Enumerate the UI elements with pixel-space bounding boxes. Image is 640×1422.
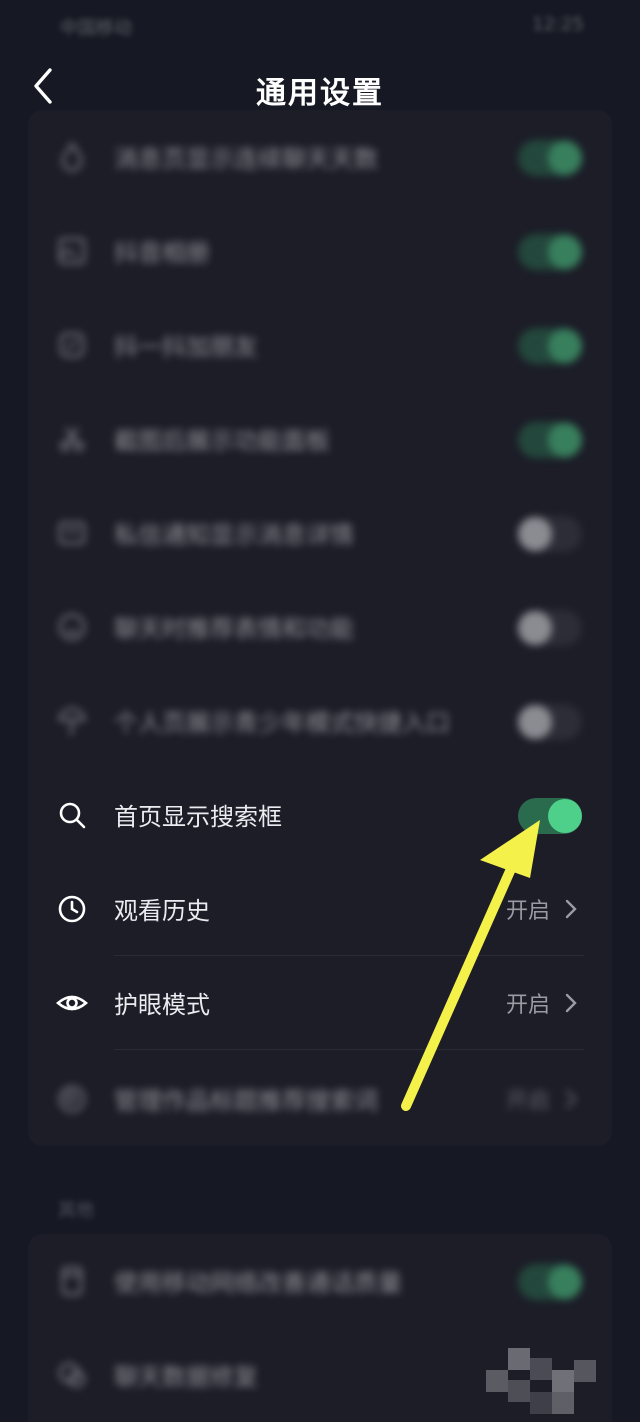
toggle-knob [548, 235, 582, 269]
setting-label: 聊天数据修复 [114, 1363, 258, 1391]
setting-row-watch-history[interactable]: 观看历史 开启 [28, 862, 612, 956]
setting-label: 消息页显示连续聊天天数 [114, 145, 378, 173]
eye-icon [56, 995, 88, 1011]
emoji-icon [58, 613, 86, 641]
setting-label: 抖音相册 [114, 239, 210, 267]
setting-label: 抖一抖加朋友 [114, 333, 258, 361]
section-header-other: 其他 [58, 1200, 94, 1221]
home-search-toggle[interactable] [518, 798, 582, 834]
carrier-text: 中国移动 [60, 18, 132, 39]
toggle-switch[interactable] [518, 234, 582, 270]
toggle-knob [548, 799, 582, 833]
status-bar: 中国移动 12:25 [0, 0, 640, 48]
search-icon [59, 802, 86, 829]
sim-icon [61, 1266, 83, 1296]
screenshot-icon [59, 427, 85, 452]
toggle-knob [518, 705, 552, 739]
setting-label: 首页显示搜索框 [114, 803, 282, 831]
search-manage-icon [58, 1085, 86, 1113]
chevron-right-icon [565, 993, 577, 1013]
settings-card: 消息页显示连续聊天天数 抖音相册 抖一抖加朋友 截图后展示功能面板 私信通知显示… [28, 110, 612, 1146]
toggle-knob [548, 1265, 582, 1299]
setting-row-screenshot: 截图后展示功能面板 [28, 392, 612, 486]
toggle-switch[interactable] [518, 610, 582, 646]
setting-row-shake: 抖一抖加朋友 [28, 298, 612, 392]
setting-row-mobile-call: 使用移动网络改善通话质量 [28, 1234, 612, 1328]
setting-row-dm-detail: 私信通知显示消息详情 [28, 486, 612, 580]
setting-row-teen-mode: 个人页展示青少年模式快捷入口 [28, 674, 612, 768]
toggle-knob [518, 517, 552, 551]
row-divider [114, 1049, 584, 1050]
toggle-switch[interactable] [518, 704, 582, 740]
toggle-switch[interactable] [518, 1264, 582, 1300]
setting-label: 截图后展示功能面板 [114, 427, 330, 455]
chevron-right-icon [565, 1089, 577, 1109]
toggle-switch[interactable] [518, 516, 582, 552]
page-title: 通用设置 [256, 76, 384, 111]
setting-value: 开启 [505, 1089, 550, 1114]
toggle-knob [548, 423, 582, 457]
toggle-knob [548, 329, 582, 363]
shake-icon [59, 332, 85, 358]
setting-row-chat-recommend: 聊天时推荐表情和功能 [28, 580, 612, 674]
umbrella-icon [58, 707, 86, 735]
setting-row-home-search: 首页显示搜索框 [28, 768, 612, 862]
toggle-switch[interactable] [518, 328, 582, 364]
setting-label: 护眼模式 [114, 991, 210, 1019]
chevron-right-icon [565, 899, 577, 919]
album-icon [58, 237, 86, 265]
toggle-knob [548, 141, 582, 175]
setting-label: 聊天时推荐表情和功能 [114, 615, 354, 643]
setting-row-album: 抖音相册 [28, 204, 612, 298]
toggle-switch[interactable] [518, 422, 582, 458]
setting-row-eye-mode[interactable]: 护眼模式 开启 [28, 956, 612, 1050]
setting-row-streak: 消息页显示连续聊天天数 [28, 110, 612, 204]
setting-label: 观看历史 [114, 897, 210, 925]
setting-label: 私信通知显示消息详情 [114, 521, 354, 549]
setting-value: 开启 [505, 993, 550, 1018]
setting-label: 个人页展示青少年模式快捷入口 [114, 709, 450, 737]
status-time: 12:25 [532, 14, 584, 35]
message-icon [58, 521, 86, 545]
toggle-switch[interactable] [518, 140, 582, 176]
toggle-knob [518, 611, 552, 645]
mosaic-watermark [486, 1340, 616, 1420]
setting-label: 管理作品标题推荐搜索词 [114, 1087, 378, 1115]
flame-icon [61, 141, 83, 172]
chat-icon [58, 1362, 86, 1388]
setting-row-manage-search-words[interactable]: 管理作品标题推荐搜索词 开启 [28, 1052, 612, 1146]
setting-label: 使用移动网络改善通话质量 [114, 1269, 402, 1297]
setting-value: 开启 [505, 899, 550, 924]
clock-icon [58, 895, 86, 923]
